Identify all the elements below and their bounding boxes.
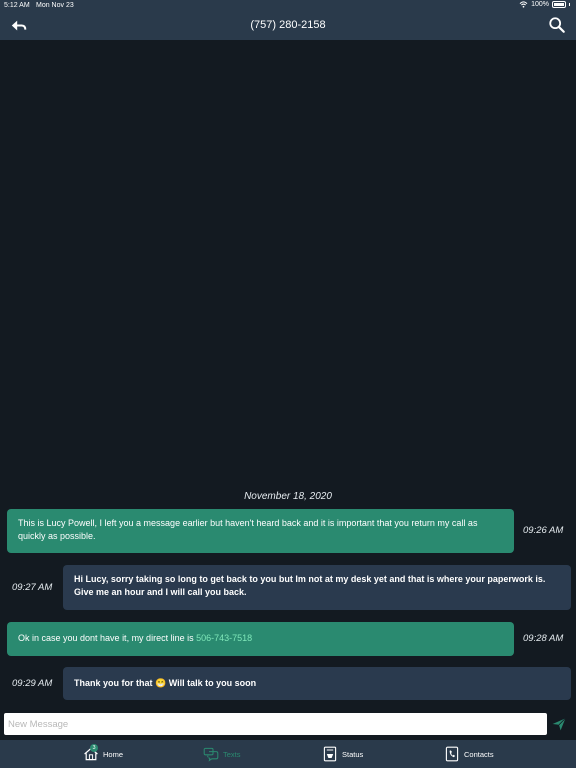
tab-contacts[interactable]: Contacts — [444, 744, 494, 764]
status-time: 5:12 AM — [4, 2, 30, 9]
message-text: Hi Lucy, sorry taking so long to get bac… — [74, 574, 546, 597]
home-badge: 3 — [90, 744, 98, 752]
message-bubble-outgoing[interactable]: Thank you for that 😁 Will talk to you so… — [63, 667, 571, 700]
message-time: 09:29 AM — [12, 678, 53, 689]
status-date: Mon Nov 23 — [36, 2, 74, 9]
battery-tip — [569, 3, 570, 6]
message-text: This is Lucy Powell, I left you a messag… — [18, 518, 478, 541]
status-icon — [323, 746, 337, 762]
message-time: 09:28 AM — [523, 633, 564, 644]
tab-status[interactable]: Status — [322, 744, 363, 764]
message-text: Ok in case you dont have it, my direct l… — [18, 633, 197, 643]
contacts-icon — [445, 746, 459, 762]
tab-texts[interactable]: Texts — [203, 744, 241, 764]
tab-label: Home — [103, 749, 124, 759]
battery-percent: 100% — [531, 1, 549, 8]
message-list[interactable]: November 18, 2020 This is Lucy Powell, I… — [0, 40, 576, 710]
message-text: Will talk to you soon — [166, 678, 257, 688]
send-icon[interactable] — [551, 716, 567, 732]
message-text: Thank you for that — [74, 678, 155, 688]
home-icon-wrap: 3 — [83, 744, 99, 762]
new-message-input[interactable] — [4, 713, 547, 735]
battery-icon — [552, 1, 566, 8]
search-icon[interactable] — [548, 16, 566, 34]
tab-home[interactable]: 3 Home — [83, 744, 123, 764]
composer — [0, 710, 576, 740]
message-time: 09:27 AM — [12, 582, 53, 593]
tab-label: Status — [342, 749, 364, 759]
conversation-title: (757) 280-2158 — [250, 19, 326, 31]
tab-label: Texts — [223, 749, 241, 759]
message-bubble-incoming[interactable]: Ok in case you dont have it, my direct l… — [7, 622, 514, 656]
chat-bubbles-icon — [203, 747, 219, 762]
message-bubble-outgoing[interactable]: Hi Lucy, sorry taking so long to get bac… — [63, 565, 571, 610]
message-time: 09:26 AM — [523, 525, 564, 536]
date-separator: November 18, 2020 — [244, 491, 332, 502]
wifi-icon — [519, 1, 528, 8]
tab-bar: 3 Home Texts Status Contacts — [0, 740, 576, 768]
phone-link[interactable]: 506-743-7518 — [196, 633, 252, 643]
nav-bar: (757) 280-2158 — [0, 12, 576, 40]
status-right: 100% — [519, 1, 570, 8]
grin-emoji: 😁 — [155, 678, 167, 688]
status-bar: 5:12 AM Mon Nov 23 100% — [0, 0, 576, 12]
tab-label: Contacts — [464, 749, 494, 759]
message-bubble-incoming[interactable]: This is Lucy Powell, I left you a messag… — [7, 509, 514, 553]
